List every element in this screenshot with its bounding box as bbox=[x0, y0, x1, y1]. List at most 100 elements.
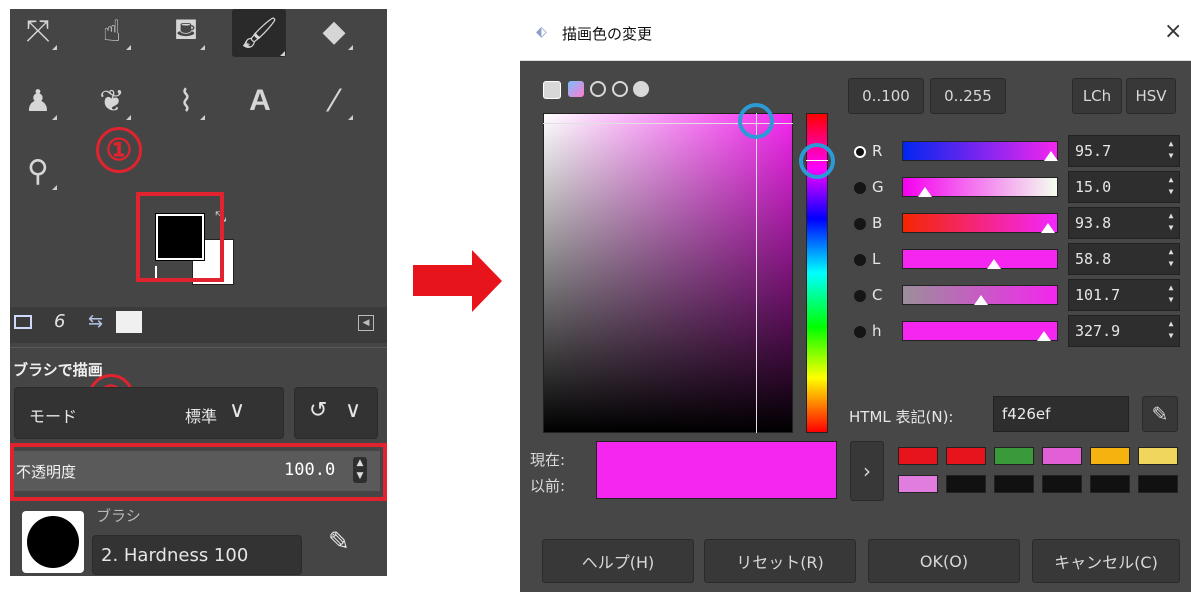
channel-radio-l[interactable] bbox=[854, 254, 866, 266]
path-tool-icon[interactable]: ⌇ bbox=[166, 81, 206, 121]
close-icon[interactable]: × bbox=[1164, 19, 1182, 44]
history-swatch[interactable] bbox=[1138, 447, 1178, 465]
history-swatch[interactable] bbox=[1090, 447, 1130, 465]
change-foreground-color-dialog: ⬖ 描画色の変更 × 0..100 0..255 LCh HSV R 95.7 ▲ ▼… bbox=[520, 8, 1191, 592]
images-tab-icon[interactable] bbox=[116, 311, 142, 333]
mode-select[interactable]: モード 標準 ∨ bbox=[14, 387, 284, 439]
channel-value-c[interactable]: 101.7 ▲ ▼ bbox=[1068, 279, 1180, 311]
stepper-arrows-icon[interactable]: ▲ ▼ bbox=[1165, 246, 1177, 272]
channel-radio-h[interactable] bbox=[854, 326, 866, 338]
unified-transform-tool-icon[interactable]: ⤧ bbox=[18, 11, 58, 51]
stepper-arrows-icon[interactable]: ▲ ▼ bbox=[1165, 210, 1177, 236]
triangle-selector-tab-icon[interactable] bbox=[612, 81, 628, 97]
stepper-arrows-icon[interactable]: ▲ ▼ bbox=[1165, 174, 1177, 200]
brush-name: 2. Hardness 100 bbox=[101, 545, 249, 566]
channel-label: G bbox=[872, 178, 884, 196]
annotation-box-opacity bbox=[10, 443, 387, 501]
brush-name-field[interactable]: 2. Hardness 100 bbox=[92, 535, 302, 575]
channel-value-l[interactable]: 58.8 ▲ ▼ bbox=[1068, 243, 1180, 275]
history-swatch[interactable] bbox=[1138, 475, 1178, 493]
dialog-app-icon: ⬖ bbox=[536, 24, 547, 40]
stepper-arrows-icon[interactable]: ▲ ▼ bbox=[1165, 282, 1177, 308]
channel-slider-b[interactable] bbox=[902, 213, 1058, 233]
channel-slider-h[interactable] bbox=[902, 321, 1058, 341]
channel-value-r[interactable]: 95.7 ▲ ▼ bbox=[1068, 135, 1180, 167]
cmyk-selector-tab-icon[interactable] bbox=[568, 81, 584, 97]
chevron-down-icon: ∨ bbox=[345, 398, 362, 423]
clone-tool-icon[interactable]: ♟ bbox=[18, 81, 58, 121]
history-swatch[interactable] bbox=[898, 447, 938, 465]
device-status-tab-icon[interactable]: 6 bbox=[54, 311, 65, 332]
bucket-fill-tool-icon[interactable]: ⛾ bbox=[166, 11, 206, 51]
history-swatch[interactable] bbox=[946, 447, 986, 465]
dock-menu-icon[interactable]: ◀ bbox=[358, 315, 374, 331]
history-swatch[interactable] bbox=[1042, 475, 1082, 493]
channel-value-h[interactable]: 327.9 ▲ ▼ bbox=[1068, 315, 1180, 347]
zoom-tool-icon[interactable]: ⚲ bbox=[18, 151, 58, 191]
lch-button[interactable]: LCh bbox=[1072, 78, 1122, 114]
channel-value-text: 327.9 bbox=[1075, 322, 1121, 340]
text-tool-icon[interactable]: A bbox=[240, 81, 280, 121]
stepper-arrows-icon[interactable]: ▲ ▼ bbox=[1165, 318, 1177, 344]
channel-slider-r[interactable] bbox=[902, 141, 1058, 161]
history-swatch[interactable] bbox=[898, 475, 938, 493]
channel-label: L bbox=[872, 250, 881, 268]
paintbrush-tool-icon[interactable]: 🖌 bbox=[232, 9, 286, 57]
reset-button[interactable]: リセット(R) bbox=[704, 539, 856, 583]
hsv-button[interactable]: HSV bbox=[1126, 78, 1176, 114]
dialog-title: 描画色の変更 bbox=[562, 25, 653, 43]
channel-slider-l[interactable] bbox=[902, 249, 1058, 269]
range-0-255-button[interactable]: 0..255 bbox=[930, 78, 1006, 114]
slider-handle-icon[interactable] bbox=[986, 259, 1001, 269]
slider-handle-icon[interactable] bbox=[974, 295, 989, 305]
channel-value-text: 95.7 bbox=[1075, 142, 1112, 160]
eyedropper-icon[interactable]: ✎ bbox=[1142, 396, 1178, 432]
history-swatch[interactable] bbox=[1090, 475, 1130, 493]
html-notation-label: HTML 表記(N): bbox=[849, 408, 954, 426]
history-swatch[interactable] bbox=[946, 475, 986, 493]
history-swatch[interactable] bbox=[1042, 447, 1082, 465]
slider-handle-icon[interactable] bbox=[1044, 151, 1059, 161]
channel-radio-c[interactable] bbox=[854, 290, 866, 302]
channel-value-g[interactable]: 15.0 ▲ ▼ bbox=[1068, 171, 1180, 203]
eraser-tool-icon[interactable]: ◆ bbox=[314, 11, 354, 51]
slider-handle-icon[interactable] bbox=[1037, 331, 1052, 341]
slider-handle-icon[interactable] bbox=[918, 187, 933, 197]
slider-handle-icon[interactable] bbox=[1041, 223, 1056, 233]
channel-label: R bbox=[872, 142, 883, 160]
channel-radio-r[interactable] bbox=[854, 146, 866, 158]
annotation-box-color bbox=[136, 192, 224, 282]
dock-tabs-bar bbox=[10, 307, 387, 343]
previous-label: 以前: bbox=[530, 477, 566, 495]
color-picker-tool-icon[interactable]: ⁄ bbox=[314, 81, 354, 121]
history-swatch[interactable] bbox=[994, 475, 1034, 493]
history-swatch[interactable] bbox=[994, 447, 1034, 465]
highlight-circle bbox=[738, 103, 774, 139]
gimp-selector-tab-icon[interactable] bbox=[543, 81, 561, 99]
wheel-selector-tab-icon[interactable] bbox=[590, 81, 606, 97]
channel-radio-g[interactable] bbox=[854, 182, 866, 194]
highlight-circle bbox=[799, 143, 835, 179]
help-button[interactable]: ヘルプ(H) bbox=[542, 539, 694, 583]
undo-history-tab-icon[interactable]: ⇆ bbox=[88, 311, 103, 332]
current-color-swatch bbox=[597, 442, 836, 470]
ok-button[interactable]: OK(O) bbox=[868, 539, 1020, 583]
smudge-tool-icon[interactable]: ☝ bbox=[92, 11, 132, 51]
channel-label: B bbox=[872, 214, 883, 232]
watercolor-selector-tab-icon[interactable] bbox=[633, 81, 649, 97]
tool-options-tab-icon[interactable] bbox=[14, 315, 32, 329]
edit-brush-icon[interactable]: ✎ bbox=[328, 527, 350, 557]
color-preview bbox=[596, 441, 837, 499]
mode-value: 標準 bbox=[185, 407, 218, 426]
channel-value-b[interactable]: 93.8 ▲ ▼ bbox=[1068, 207, 1180, 239]
add-to-history-button[interactable]: › bbox=[850, 441, 884, 501]
brush-preview[interactable] bbox=[22, 511, 84, 573]
html-notation-input[interactable]: f426ef bbox=[993, 396, 1129, 432]
channel-radio-b[interactable] bbox=[854, 218, 866, 230]
heal-tool-icon[interactable]: ❦ bbox=[92, 81, 132, 121]
tool-options-title: ブラシで描画 bbox=[13, 361, 103, 379]
cancel-button[interactable]: キャンセル(C) bbox=[1032, 539, 1180, 583]
range-0-100-button[interactable]: 0..100 bbox=[848, 78, 924, 114]
stepper-arrows-icon[interactable]: ▲ ▼ bbox=[1165, 138, 1177, 164]
mode-reset-button[interactable]: ↺ ∨ bbox=[294, 387, 378, 439]
